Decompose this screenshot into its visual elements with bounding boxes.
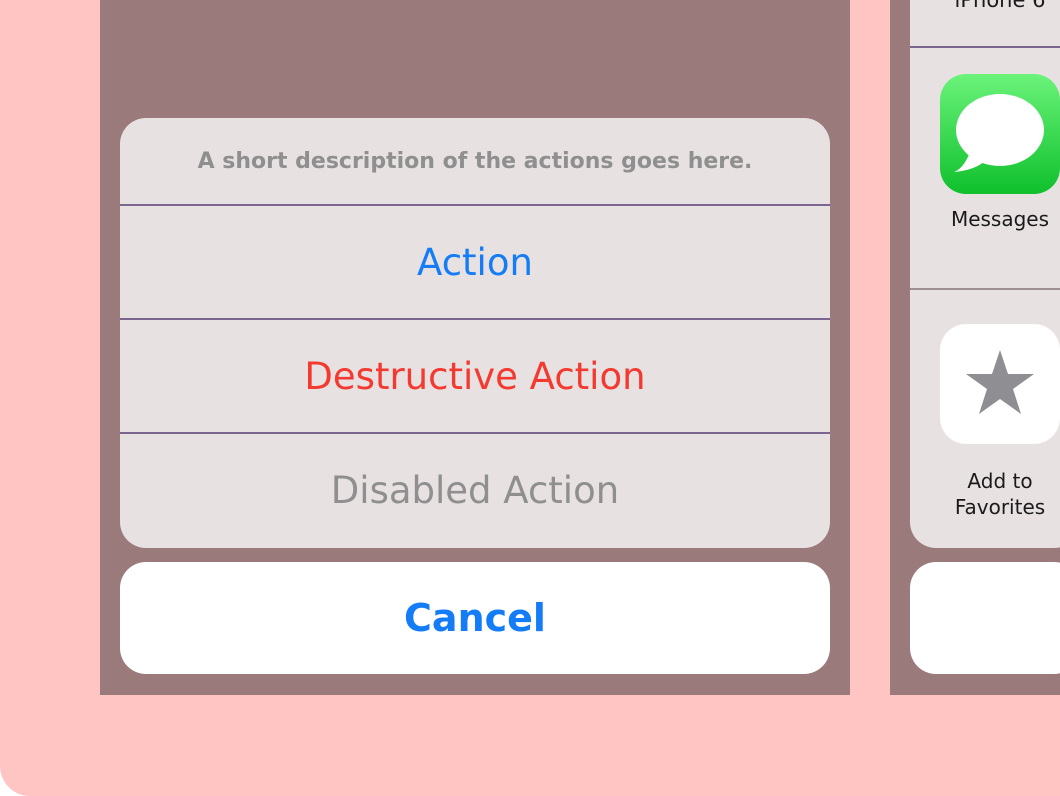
airdrop-device-label: iPhone 6 <box>954 0 1046 12</box>
share-cancel-button[interactable] <box>910 562 1060 674</box>
share-item-label: Messages <box>950 207 1050 231</box>
star-icon[interactable] <box>940 324 1060 444</box>
messages-icon[interactable] <box>940 74 1060 194</box>
share-item-label: Add to Favorites <box>954 469 1046 519</box>
destructive-action-button[interactable]: Destructive Action <box>120 320 830 434</box>
action-sheet: A short description of the actions goes … <box>120 118 830 548</box>
share-sheet: iPhone 6 Messages Add to Favorites <box>910 0 1060 548</box>
share-app-row: Messages <box>910 48 1060 290</box>
share-sheet-header: iPhone 6 <box>910 0 1060 48</box>
action-button[interactable]: Action <box>120 206 830 320</box>
share-action-row: Add to Favorites <box>910 290 1060 548</box>
disabled-action-button: Disabled Action <box>330 468 620 512</box>
cancel-button[interactable]: Cancel <box>120 562 830 674</box>
action-sheet-message: A short description of the actions goes … <box>120 118 830 206</box>
